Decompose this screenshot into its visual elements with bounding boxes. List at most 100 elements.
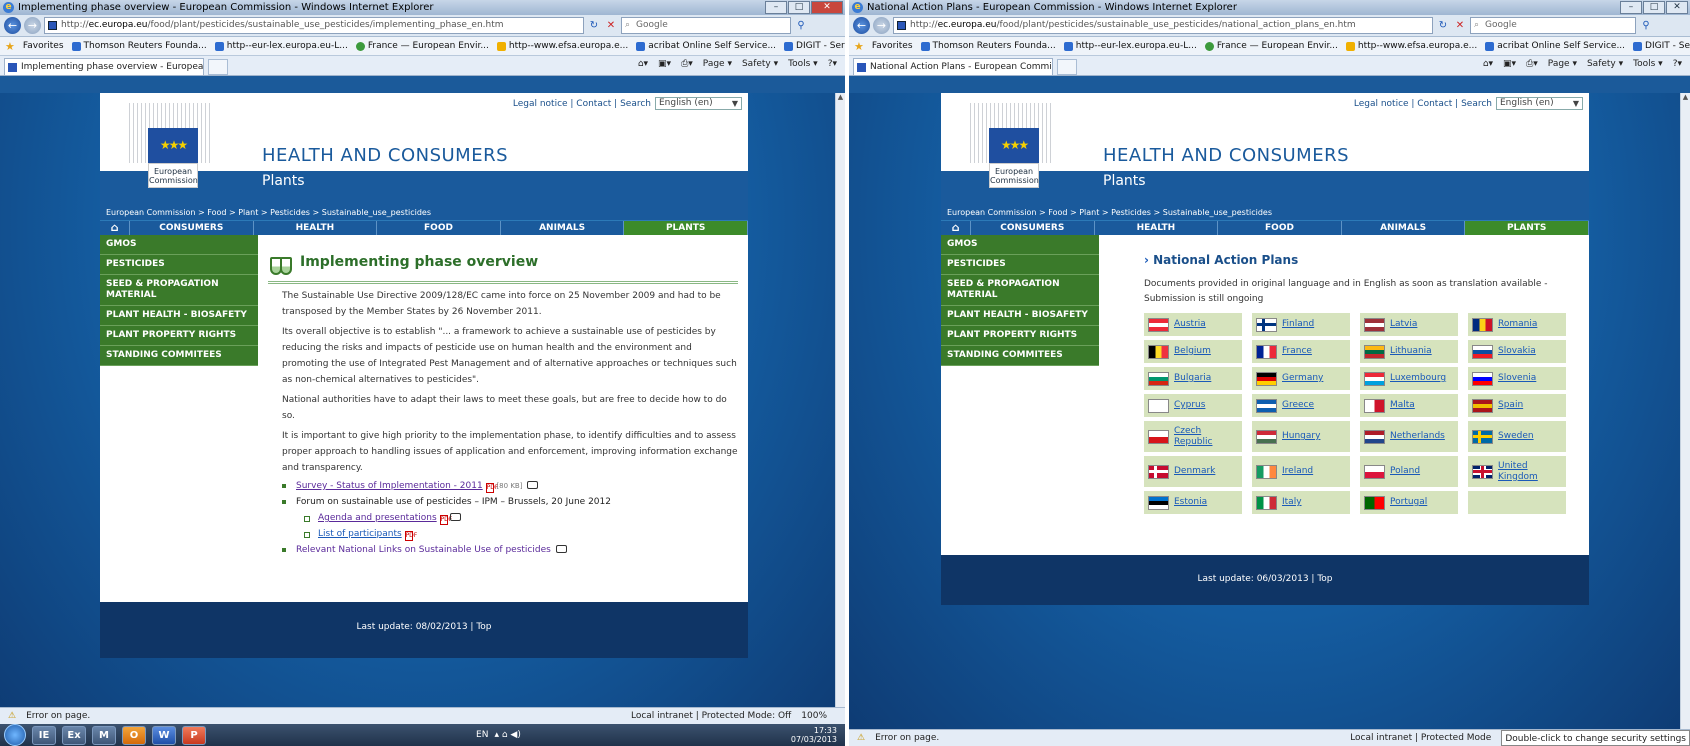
tools-menu[interactable]: Tools ▾ — [788, 59, 818, 69]
tab-animals[interactable]: ANIMALS — [1342, 221, 1466, 235]
maximize-button[interactable]: □ — [788, 1, 810, 14]
tray-icons[interactable]: ▴ ⌂ ◀) — [494, 730, 520, 740]
back-button[interactable]: ← — [4, 17, 21, 34]
tab-food[interactable]: FOOD — [1218, 221, 1342, 235]
left-scrollbar[interactable]: ▲ — [835, 93, 845, 746]
new-tab-button[interactable] — [208, 59, 228, 75]
country-link[interactable]: Malta — [1390, 400, 1415, 411]
tab-food[interactable]: FOOD — [377, 221, 501, 235]
left-titlebar[interactable]: e Implementing phase overview - European… — [0, 0, 845, 15]
refresh-icon[interactable]: ↻ — [1436, 18, 1450, 33]
tab-health[interactable]: HEALTH — [254, 221, 378, 235]
left-status-text[interactable]: Error on page. — [26, 708, 90, 724]
favorite-link[interactable]: DIGIT - Services for Everyb... — [1633, 41, 1690, 51]
favorite-link[interactable]: acribat Online Self Service... — [1485, 41, 1625, 51]
country-link[interactable]: Romania — [1498, 319, 1537, 330]
breadcrumb[interactable]: European Commission > Food > Plant > Pes… — [941, 207, 1589, 220]
search-icon[interactable]: ⚲ — [1639, 18, 1653, 33]
country-link[interactable]: Spain — [1498, 400, 1523, 411]
country-link[interactable]: Netherlands — [1390, 431, 1445, 442]
country-link[interactable]: Greece — [1282, 400, 1314, 411]
home-tab-icon[interactable]: ⌂ — [941, 221, 971, 235]
country-link[interactable]: Ireland — [1282, 466, 1313, 477]
favorites-star-icon[interactable]: ★ — [854, 40, 864, 53]
tab-consumers[interactable]: CONSUMERS — [971, 221, 1095, 235]
safety-menu[interactable]: Safety ▾ — [742, 59, 778, 69]
country-link[interactable]: United Kingdom — [1498, 461, 1566, 483]
favorite-link[interactable]: http--www.efsa.europa.e... — [1345, 41, 1477, 51]
favorite-link[interactable]: France — European Envir... — [355, 41, 489, 51]
country-link[interactable]: Estonia — [1174, 497, 1207, 508]
page-footer[interactable]: Last update: 08/02/2013 | Top — [100, 602, 748, 658]
nav-item-committees[interactable]: STANDING COMMITEES — [941, 346, 1099, 366]
input-language[interactable]: EN — [476, 730, 488, 740]
security-zone[interactable]: Local intranet | Protected Mode: Off — [631, 708, 791, 724]
nav-item-seed[interactable]: SEED & PROPAGATION MATERIAL — [100, 275, 258, 306]
page-footer[interactable]: Last update: 06/03/2013 | Top — [941, 555, 1589, 605]
feeds-icon[interactable]: ▣▾ — [1503, 59, 1516, 69]
nav-item-property-rights[interactable]: PLANT PROPERTY RIGHTS — [941, 326, 1099, 346]
nav-item-property-rights[interactable]: PLANT PROPERTY RIGHTS — [100, 326, 258, 346]
favorite-link[interactable]: http--eur-lex.europa.eu-L... — [214, 41, 348, 51]
print-icon[interactable]: ⎙▾ — [681, 59, 693, 69]
start-button[interactable] — [4, 724, 26, 746]
new-tab-button[interactable] — [1057, 59, 1077, 75]
system-clock[interactable]: 17:33 07/03/2013 — [791, 726, 845, 744]
close-button[interactable]: ✕ — [1666, 1, 1688, 14]
survey-link[interactable]: Survey - Status of Implementation - 2011 — [296, 481, 483, 491]
left-search-input[interactable]: Google — [621, 17, 791, 34]
help-icon[interactable]: ?▾ — [828, 59, 837, 69]
taskbar-app-ie[interactable]: IE — [32, 725, 56, 745]
country-link[interactable]: Slovakia — [1498, 346, 1536, 357]
favorite-link[interactable]: acribat Online Self Service... — [636, 41, 776, 51]
country-link[interactable]: Czech Republic — [1174, 426, 1242, 448]
language-select[interactable]: English (en) — [1496, 97, 1583, 110]
close-button[interactable]: ✕ — [811, 1, 843, 14]
left-active-tab[interactable]: Implementing phase overview - European C… — [4, 58, 204, 75]
home-icon[interactable]: ⌂▾ — [1483, 59, 1493, 69]
back-button[interactable]: ← — [853, 17, 870, 34]
forward-button[interactable]: → — [24, 17, 41, 34]
stop-icon[interactable]: ✕ — [604, 18, 618, 33]
country-link[interactable]: Lithuania — [1390, 346, 1432, 357]
nav-item-pesticides[interactable]: PESTICIDES — [941, 255, 1099, 275]
favorite-link[interactable]: Thomson Reuters Founda... — [71, 41, 207, 51]
print-icon[interactable]: ⎙▾ — [1526, 59, 1538, 69]
taskbar-app-powerpoint[interactable]: P — [182, 725, 206, 745]
favorite-link[interactable]: DIGIT - Services for Everyb... — [784, 41, 845, 51]
country-link[interactable]: Sweden — [1498, 431, 1534, 442]
favorite-link[interactable]: France — European Envir... — [1204, 41, 1338, 51]
right-active-tab[interactable]: National Action Plans - European Commiss… — [853, 58, 1053, 75]
favorites-button[interactable]: Favorites — [23, 41, 64, 51]
top-links[interactable]: Legal notice | Contact | Search — [513, 99, 651, 109]
language-select[interactable]: English (en) — [655, 97, 742, 110]
tools-menu[interactable]: Tools ▾ — [1633, 59, 1663, 69]
minimize-button[interactable]: – — [1620, 1, 1642, 14]
page-menu[interactable]: Page ▾ — [1548, 59, 1577, 69]
taskbar-app-media[interactable]: M — [92, 725, 116, 745]
country-link[interactable]: Finland — [1282, 319, 1314, 330]
country-link[interactable]: Austria — [1174, 319, 1206, 330]
country-link[interactable]: Bulgaria — [1174, 373, 1211, 384]
nav-item-plant-health[interactable]: PLANT HEALTH - BIOSAFETY — [941, 306, 1099, 326]
forward-button[interactable]: → — [873, 17, 890, 34]
favorite-link[interactable]: http--www.efsa.europa.e... — [496, 41, 628, 51]
country-link[interactable]: Denmark — [1174, 466, 1215, 477]
nav-item-plant-health[interactable]: PLANT HEALTH - BIOSAFETY — [100, 306, 258, 326]
favorites-star-icon[interactable]: ★ — [5, 40, 15, 53]
restore-button[interactable]: □ — [1643, 1, 1665, 14]
security-zone[interactable]: Local intranet | Protected Mode — [1350, 730, 1491, 746]
nav-item-seed[interactable]: SEED & PROPAGATION MATERIAL — [941, 275, 1099, 306]
top-links[interactable]: Legal notice | Contact | Search — [1354, 99, 1492, 109]
home-icon[interactable]: ⌂▾ — [638, 59, 648, 69]
tab-plants[interactable]: PLANTS — [1465, 221, 1589, 235]
nav-item-gmos[interactable]: GMOS — [941, 235, 1099, 255]
left-url-field[interactable]: http://ec.europa.eu/food/plant/pesticide… — [44, 17, 584, 34]
tab-animals[interactable]: ANIMALS — [501, 221, 625, 235]
help-icon[interactable]: ?▾ — [1673, 59, 1682, 69]
favorites-button[interactable]: Favorites — [872, 41, 913, 51]
favorite-link[interactable]: Thomson Reuters Founda... — [920, 41, 1056, 51]
tab-plants[interactable]: PLANTS — [624, 221, 748, 235]
stop-icon[interactable]: ✕ — [1453, 18, 1467, 33]
country-link[interactable]: Portugal — [1390, 497, 1427, 508]
